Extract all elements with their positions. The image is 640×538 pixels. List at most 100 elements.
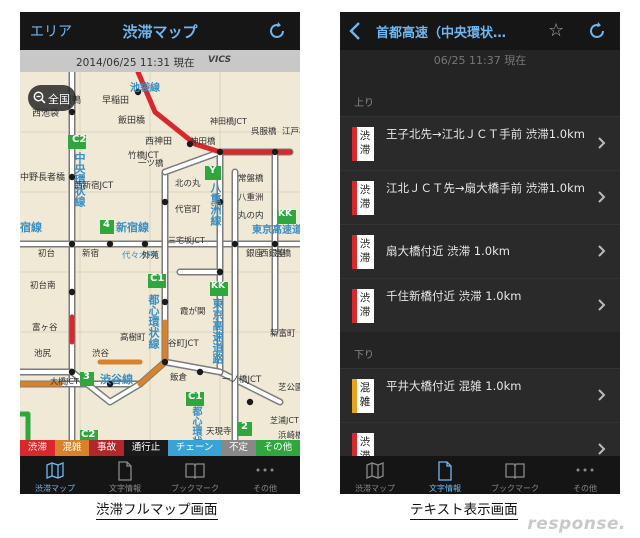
route-name-label: 都心環状線 xyxy=(147,294,160,349)
map-place-label: 神田橋 xyxy=(190,137,216,147)
chevron-right-icon xyxy=(598,137,606,149)
more-icon xyxy=(574,461,596,481)
nav-bar: エリア 渋滞マップ xyxy=(20,12,300,50)
map-status-bar: 2014/06/25 11:31 現在 VICS xyxy=(20,50,300,72)
section-header: 下り xyxy=(354,350,374,361)
route-name-label: 東京高速道路 xyxy=(211,298,224,364)
route-name-label: 都心環状線 xyxy=(190,406,201,440)
map-place-label: 北の丸 xyxy=(175,179,201,189)
map-place-label: 呉服橋 xyxy=(251,127,277,137)
chevron-right-icon xyxy=(598,245,606,257)
refresh-icon[interactable] xyxy=(266,19,288,41)
tab-label: ブックマーク xyxy=(491,484,539,493)
tab-document[interactable]: 文字情報 xyxy=(410,456,480,494)
status-color-bar xyxy=(352,127,357,161)
route-shield-label: C2 xyxy=(81,429,96,440)
tab-label: その他 xyxy=(253,484,277,493)
book-icon xyxy=(504,461,526,481)
map-place-label: 飯田橋 xyxy=(118,116,146,126)
map-place-label: 芝公園 xyxy=(278,383,300,393)
legend-item: その他 xyxy=(255,440,300,456)
zoom-button-label: 全国 xyxy=(48,93,70,106)
zoom-out-all-button[interactable]: 全国 xyxy=(28,85,76,111)
map-place-label: 外苑 xyxy=(142,251,160,261)
traffic-row[interactable]: 渋滞 江北ＪＣＴ先→扇大橋手前 渋滞1.0km xyxy=(340,170,620,224)
document-icon xyxy=(117,461,133,483)
status-color-bar xyxy=(352,289,357,323)
status-color-bar xyxy=(352,181,357,215)
legend-item: 事故 xyxy=(89,440,124,456)
route-shield-label: Y xyxy=(209,165,217,176)
traffic-row[interactable]: 渋滞 扇大橋付近 渋滞 1.0km xyxy=(340,224,620,278)
chevron-right-icon xyxy=(598,443,606,455)
book-icon xyxy=(184,461,206,481)
tab-label: 渋滞マップ xyxy=(355,484,395,493)
traffic-row[interactable]: 渋滞 王子北先→江北ＪＣＴ手前 渋滞1.0km xyxy=(340,116,620,170)
tab-map[interactable]: 渋滞マップ xyxy=(20,456,90,494)
route-shield-label: 4 xyxy=(103,219,110,230)
legend-item: チェーン xyxy=(168,440,222,456)
status-badge-label: 渋滞 xyxy=(359,292,371,318)
traffic-description: 王子北先→江北ＪＣＴ手前 渋滞1.0km xyxy=(386,127,585,141)
status-badge-label: 渋滞 xyxy=(359,238,371,264)
map-place-label: 江戸橋 xyxy=(282,127,300,137)
map-timestamp: 2014/06/25 11:31 現在 xyxy=(76,57,195,69)
traffic-row[interactable]: 渋滞 千住新橋付近 渋滞 1.0km xyxy=(340,278,620,332)
map-place-label: 池尻 xyxy=(34,349,52,359)
status-color-bar xyxy=(352,379,357,413)
map-place-label: 天現寺 xyxy=(206,427,232,437)
map-place-label: 渋谷 xyxy=(92,349,110,359)
tab-label: 渋滞マップ xyxy=(35,484,75,493)
tab-document[interactable]: 文字情報 xyxy=(90,456,160,494)
tab-book[interactable]: ブックマーク xyxy=(160,456,230,494)
tab-more[interactable]: その他 xyxy=(550,456,620,494)
tab-label: 文字情報 xyxy=(429,484,461,493)
more-icon xyxy=(254,461,276,481)
route-name-label: 渋谷線 xyxy=(100,373,133,386)
traffic-map[interactable]: 西巣鴨早稲田池袋線飯田橋西神田神田橋神田橋JCT呉服橋江戸橋西池袋竹橋JCT一ツ… xyxy=(20,72,300,440)
map-place-label: 芝浦JCT xyxy=(270,416,299,425)
status-badge-label: 混雑 xyxy=(359,382,371,408)
map-place-label: 常盤橋 xyxy=(238,174,264,184)
route-shield-label: KK xyxy=(211,281,225,291)
text-info-screen: 首都高速（中央環状… ☆ 06/25 11:37 現在 上り 渋滞 王子北先→江北Ｊ… xyxy=(340,12,620,494)
status-badge: 渋滞 xyxy=(352,289,374,323)
tab-more[interactable]: その他 xyxy=(230,456,300,494)
map-place-label: 西新宿JCT xyxy=(74,181,114,191)
tab-bar: 渋滞マップ 文字情報 ブックマーク その他 xyxy=(20,456,300,494)
route-name-label: 中央環状線 xyxy=(73,152,86,207)
map-place-label: 一ツ橋 xyxy=(138,159,164,169)
page-title: 渋滞マップ xyxy=(122,23,198,41)
map-place-label: 八重洲 xyxy=(238,193,264,203)
vics-logo: VICS xyxy=(208,55,232,65)
map-place-label: 一ノ橋JCT xyxy=(222,375,262,385)
status-badge-label: 渋滞 xyxy=(359,184,371,210)
tab-book[interactable]: ブックマーク xyxy=(480,456,550,494)
map-place-label: 飯倉 xyxy=(170,373,188,383)
nav-bar: 首都高速（中央環状… ☆ xyxy=(340,12,620,50)
back-chevron-icon[interactable] xyxy=(348,21,362,41)
route-name-label: 新宿線 xyxy=(116,221,149,234)
route-shield-label: KK xyxy=(278,209,292,219)
map-icon xyxy=(365,461,385,481)
route-name-label: 池袋線 xyxy=(130,83,160,94)
map-place-label: 神田橋JCT xyxy=(210,117,247,126)
refresh-icon[interactable] xyxy=(586,19,608,41)
map-place-label: 新富町 xyxy=(270,329,296,339)
map-place-label: 霞が関 xyxy=(180,307,206,317)
watermark-logo: response. xyxy=(527,514,626,534)
status-color-bar xyxy=(352,235,357,269)
tab-label: その他 xyxy=(573,484,597,493)
map-place-label: 西銀座 xyxy=(260,249,286,259)
legend-item: 不定 xyxy=(221,440,256,456)
traffic-row[interactable]: 混雑 平井大橋付近 混雑 1.0km xyxy=(340,368,620,422)
chevron-right-icon xyxy=(598,191,606,203)
caption-right: テキスト表示画面 xyxy=(410,498,518,520)
map-icon xyxy=(45,461,65,481)
map-place-label: 初台 xyxy=(38,249,56,259)
status-badge-label: 渋滞 xyxy=(359,130,371,156)
document-icon xyxy=(437,461,453,483)
chevron-right-icon xyxy=(598,299,606,311)
tab-map[interactable]: 渋滞マップ xyxy=(340,456,410,494)
bookmark-star-icon[interactable]: ☆ xyxy=(548,20,564,41)
